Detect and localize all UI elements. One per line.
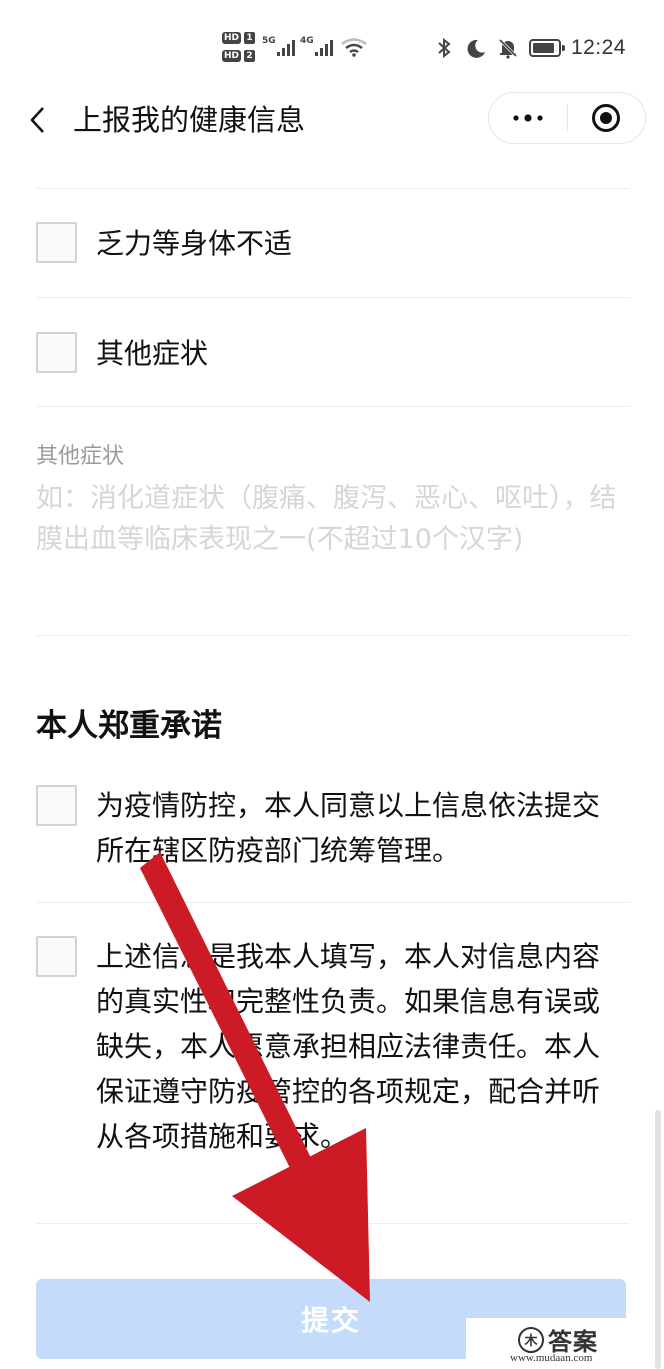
checkbox-pledge-1[interactable] <box>36 785 77 826</box>
back-button[interactable] <box>22 100 52 140</box>
symptom-label: 乏力等身体不适 <box>96 227 293 260</box>
moon-icon <box>467 39 485 58</box>
battery-icon <box>528 39 565 57</box>
close-miniprogram-button[interactable] <box>568 93 646 143</box>
bell-off-icon <box>498 38 517 59</box>
sim-indicators: HD 1 HD 2 <box>222 30 258 66</box>
chevron-left-icon <box>30 107 44 133</box>
status-bar: HD 1 HD 2 5G 4G 12:24 <box>0 0 664 80</box>
scrollbar[interactable] <box>655 1110 661 1369</box>
pledge-section-title: 本人郑重承诺 <box>36 708 222 744</box>
status-right-group: 12:24 <box>433 34 626 62</box>
symptom-label: 其他症状 <box>96 337 209 370</box>
watermark: 木 答案 www.mudaan.com <box>466 1318 626 1369</box>
checkbox-pledge-2[interactable] <box>36 936 77 977</box>
hd-badge-2: HD <box>222 50 242 62</box>
page-title: 上报我的健康信息 <box>73 103 306 137</box>
signal-5g-icon: 5G <box>262 36 297 56</box>
pledge-item-1[interactable]: 为疫情防控，本人同意以上信息依法提交所在辖区防疫部门统筹管理。 <box>36 785 606 873</box>
checkbox-fatigue[interactable] <box>36 222 77 263</box>
divider <box>36 635 630 636</box>
sim-1-badge: 1 <box>244 32 256 44</box>
more-dots-icon <box>513 114 543 122</box>
sim-2-badge: 2 <box>244 50 256 62</box>
annotation-arrow <box>140 852 370 1302</box>
pledge-text: 上述信息是我本人填写，本人对信息内容的真实性和完整性负责。如果信息有误或缺失，本… <box>96 940 601 1153</box>
hd-badge-1: HD <box>222 32 242 44</box>
submit-label: 提交 <box>300 1304 361 1337</box>
divider <box>36 188 630 189</box>
watermark-url: www.mudaan.com <box>510 1352 593 1364</box>
divider <box>36 406 630 407</box>
other-symptoms-field: 其他症状 如：消化道症状（腹痛、腹泻、恶心、呕吐），结膜出血等临床表现之一(不超… <box>36 440 630 560</box>
miniprogram-capsule <box>488 92 646 144</box>
watermark-logo-icon: 木 <box>518 1326 544 1353</box>
bluetooth-icon <box>438 37 451 59</box>
wifi-icon <box>341 38 367 57</box>
pledge-text: 为疫情防控，本人同意以上信息依法提交所在辖区防疫部门统筹管理。 <box>96 789 601 867</box>
divider <box>36 297 630 298</box>
target-circle-icon <box>592 104 621 132</box>
nav-bar: 上报我的健康信息 <box>0 80 664 160</box>
other-symptoms-label: 其他症状 <box>36 444 125 469</box>
status-time: 12:24 <box>570 36 626 59</box>
divider <box>36 1223 630 1224</box>
divider <box>36 902 630 903</box>
more-button[interactable] <box>489 93 567 143</box>
signal-4g-icon: 4G <box>300 36 335 56</box>
symptom-option-fatigue[interactable]: 乏力等身体不适 <box>36 222 292 266</box>
symptom-option-other[interactable]: 其他症状 <box>36 332 208 376</box>
other-symptoms-textarea[interactable]: 如：消化道症状（腹痛、腹泻、恶心、呕吐），结膜出血等临床表现之一(不超过10个汉… <box>36 478 626 560</box>
checkbox-other-symptoms[interactable] <box>36 332 77 373</box>
pledge-item-2[interactable]: 上述信息是我本人填写，本人对信息内容的真实性和完整性负责。如果信息有误或缺失，本… <box>36 936 606 1159</box>
